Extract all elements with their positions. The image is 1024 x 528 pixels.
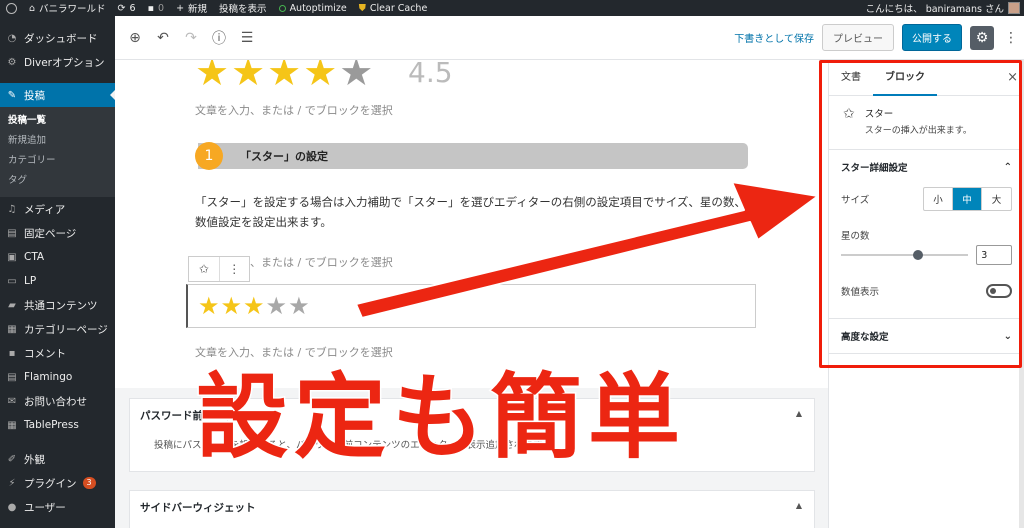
more-menu-icon[interactable]: ⋮	[1002, 30, 1020, 46]
save-draft-link[interactable]: 下書きとして保存	[734, 30, 814, 45]
redo-icon[interactable]: ↷	[179, 26, 203, 50]
wp-logo-menu[interactable]	[0, 0, 23, 16]
flamingo-icon: ▤	[7, 371, 17, 383]
comments-link[interactable]: ▪ 0	[142, 0, 171, 16]
metabox-title[interactable]: サイドバーウィジェット	[130, 491, 814, 523]
star-rating: ★★★★★	[198, 292, 311, 320]
star-filled-icon: ★	[220, 292, 244, 320]
sidebar-item-media[interactable]: ♫ メディア	[0, 197, 115, 221]
preview-button[interactable]: プレビュー	[822, 24, 894, 51]
view-post-link[interactable]: 投稿を表示	[213, 0, 273, 16]
brush-icon: ✐	[7, 453, 17, 465]
sidebar-item-dashboard[interactable]: ◔ ダッシュボード	[0, 26, 115, 50]
admin-bar: ⌂ バニラワールド ⟳ 6 ▪ 0 + 新規 投稿を表示 Autoptimize ⛊ Cl…	[0, 0, 1024, 16]
more-options-icon[interactable]: ⋮	[220, 257, 250, 281]
publish-button[interactable]: 公開する	[902, 24, 962, 51]
site-name-link[interactable]: ⌂ バニラワールド	[23, 0, 112, 16]
editor-toolbar: ⊕ ↶ ↷ ⓘ ☰ 下書きとして保存 プレビュー 公開する ⚙ ⋮	[115, 16, 1024, 60]
star-filled-icon: ★	[243, 292, 266, 320]
caption-text: 設定も簡単	[194, 363, 687, 473]
star-block-icon[interactable]: ✩	[189, 257, 220, 281]
heading-text: 「スター」の設定	[240, 150, 328, 163]
block-toolbar: ✩ ⋮	[188, 256, 250, 282]
sidebar-item-posts[interactable]: ✎ 投稿	[0, 83, 115, 107]
settings-gear-button[interactable]: ⚙	[970, 25, 994, 50]
plugin-icon: ⚡	[8, 477, 16, 489]
comment-icon: ▪	[8, 347, 16, 359]
plus-icon: +	[176, 2, 185, 14]
media-icon: ♫	[7, 203, 17, 215]
account-greeting[interactable]: こんにちは、 baniramans さん	[866, 1, 1004, 15]
gear-icon: ⚙	[7, 56, 17, 68]
outline-icon[interactable]: ☰	[235, 26, 259, 50]
posts-submenu: 投稿一覧 新規追加 カテゴリー タグ	[0, 107, 115, 197]
collapse-caret-icon[interactable]: ▲	[796, 409, 802, 418]
submenu-tags[interactable]: タグ	[0, 171, 115, 191]
undo-icon[interactable]: ↶	[151, 26, 175, 50]
autoptimize-link[interactable]: Autoptimize	[273, 0, 353, 16]
user-icon: ●	[7, 501, 17, 513]
block-placeholder[interactable]: 文章を入力、または / でブロックを選択	[195, 102, 393, 118]
sidebar-item-comments[interactable]: ▪ コメント	[0, 341, 115, 365]
dashboard-icon: ◔	[7, 32, 17, 44]
table-icon: ▦	[7, 419, 17, 431]
updates-link[interactable]: ⟳ 6	[112, 0, 142, 16]
lp-icon: ▭	[7, 275, 17, 287]
clear-cache-link[interactable]: ⛊ Clear Cache	[353, 0, 434, 16]
half-star-icon: ★	[339, 60, 376, 94]
info-icon[interactable]: ⓘ	[207, 26, 231, 50]
sidebar-item-flamingo[interactable]: ▤ Flamingo	[0, 365, 115, 389]
sidebar-item-plugins[interactable]: ⚡ プラグイン 3	[0, 471, 115, 495]
sidebar-item-contact[interactable]: ✉ お問い合わせ	[0, 389, 115, 413]
rating-value: 4.5	[408, 60, 453, 89]
new-content-link[interactable]: + 新規	[170, 0, 213, 16]
shield-icon: ⛊	[358, 2, 366, 14]
sidebar-item-appearance[interactable]: ✐ 外観	[0, 447, 115, 471]
submenu-categories[interactable]: カテゴリー	[0, 151, 115, 171]
sidebar-widget-metabox: サイドバーウィジェット ▲	[129, 490, 815, 528]
sidebar-item-cta[interactable]: ▣ CTA	[0, 245, 115, 269]
cta-icon: ▣	[7, 251, 17, 263]
sidebar-item-lp[interactable]: ▭ LP	[0, 269, 115, 293]
star-empty-icon: ★	[288, 292, 311, 320]
sidebar-item-diver-options[interactable]: ⚙ Diverオプション	[0, 50, 115, 74]
highlight-frame	[819, 60, 1022, 368]
status-circle-icon	[278, 4, 286, 12]
star-empty-icon: ★	[265, 292, 289, 320]
mail-icon: ✉	[7, 395, 17, 407]
paragraph-block[interactable]: 「スター」を設定する場合は入力補助で「スター」を選びエディターの右側の設定項目で…	[195, 192, 755, 232]
large-star-rating: ★★★★★	[195, 60, 375, 94]
sidebar-item-users[interactable]: ● ユーザー	[0, 495, 115, 519]
submenu-all-posts[interactable]: 投稿一覧	[0, 111, 115, 131]
submenu-add-new[interactable]: 新規追加	[0, 131, 115, 151]
sidebar-item-category-page[interactable]: ▦ カテゴリーページ	[0, 317, 115, 341]
home-icon: ⌂	[29, 2, 36, 14]
sidebar-item-tablepress[interactable]: ▦ TablePress	[0, 413, 115, 437]
page-icon: ▤	[7, 227, 17, 239]
star-block[interactable]: ★★★★★	[186, 284, 756, 328]
collapse-caret-icon[interactable]: ▲	[796, 501, 802, 510]
sidebar-item-pages[interactable]: ▤ 固定ページ	[0, 221, 115, 245]
folder-icon: ▰	[8, 299, 16, 311]
plugin-update-badge: 3	[82, 477, 96, 489]
refresh-icon: ⟳	[117, 2, 126, 14]
numbered-heading-block[interactable]: 1 「スター」の設定	[195, 142, 748, 170]
sidebar-item-common-content[interactable]: ▰ 共通コンテンツ	[0, 293, 115, 317]
add-block-icon[interactable]: ⊕	[123, 26, 147, 50]
pin-icon: ✎	[7, 89, 17, 101]
wordpress-icon	[6, 2, 17, 14]
avatar[interactable]	[1008, 2, 1020, 14]
heading-number-badge: 1	[195, 142, 223, 170]
category-icon: ▦	[7, 323, 17, 335]
comment-icon: ▪	[147, 2, 155, 14]
admin-sidebar: ◔ ダッシュボード ⚙ Diverオプション ✎ 投稿 投稿一覧 新規追加 カテゴリー…	[0, 16, 115, 528]
star-filled-icon: ★	[198, 292, 221, 320]
